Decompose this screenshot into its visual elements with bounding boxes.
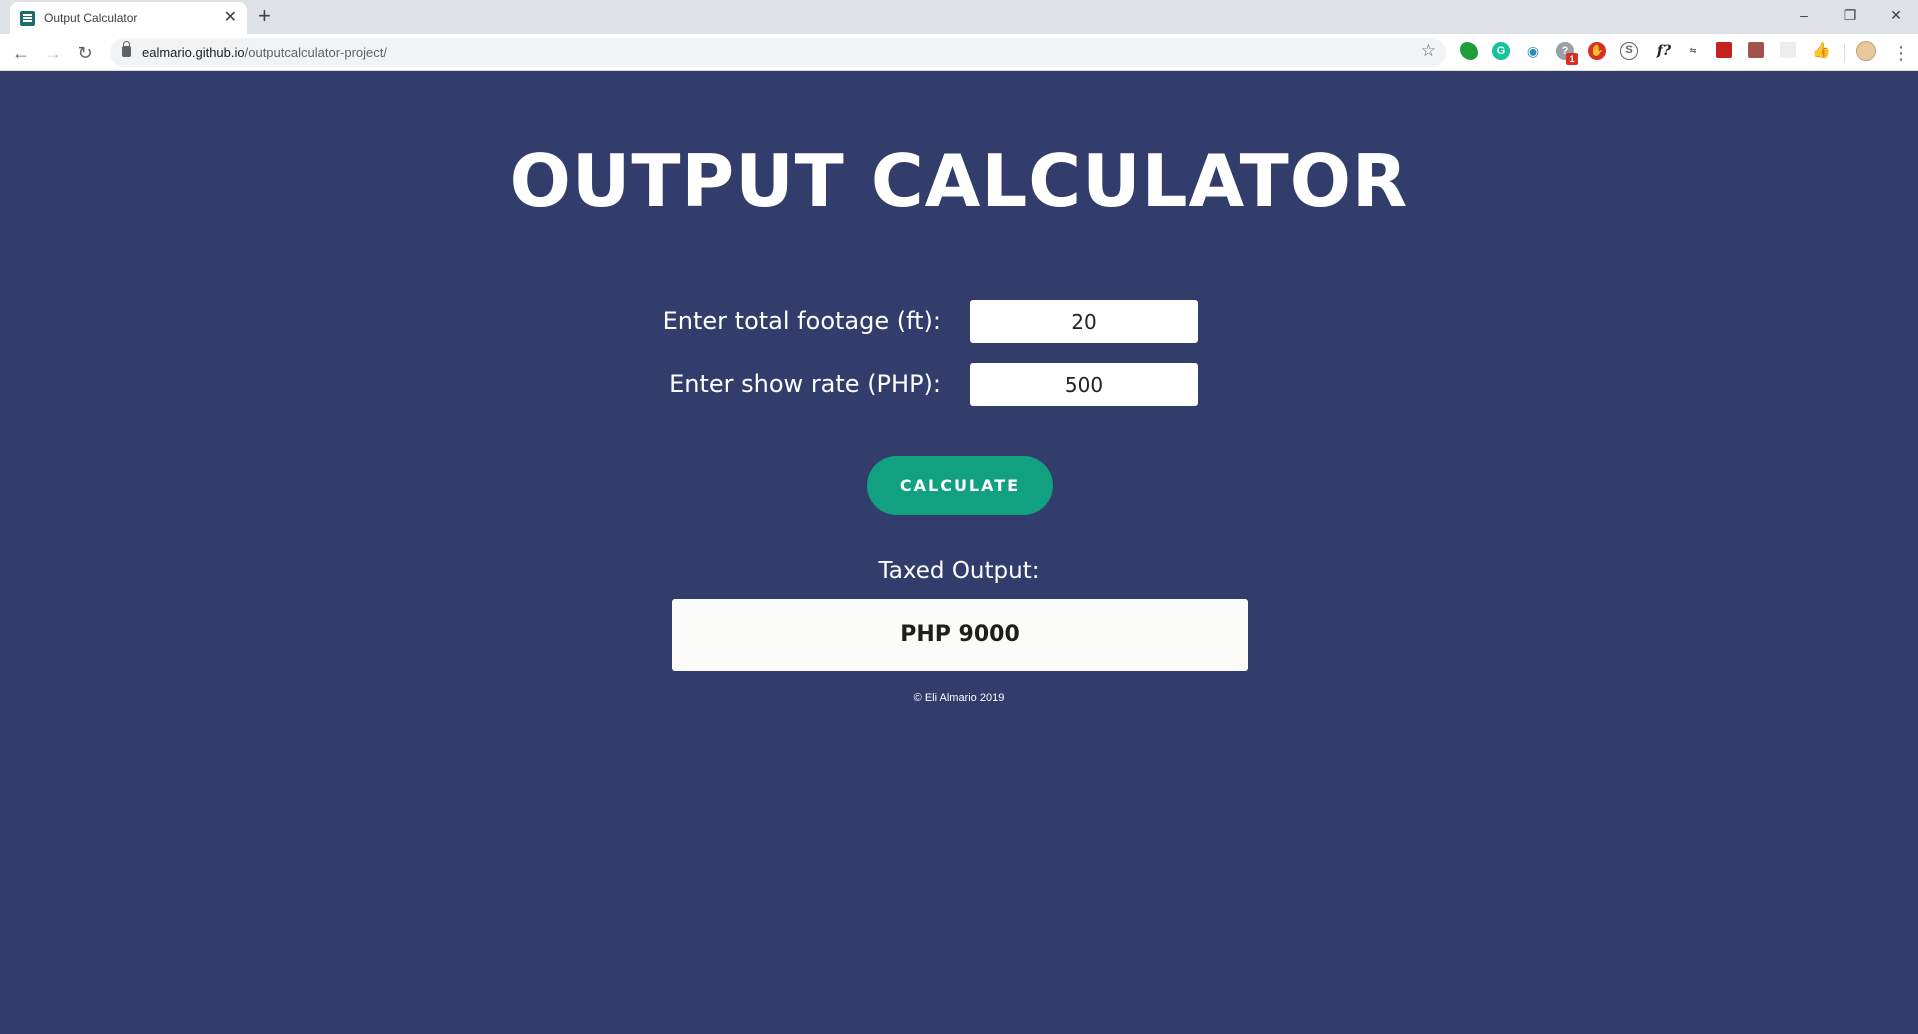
bookmark-star-icon[interactable]: ☆	[1421, 41, 1436, 61]
evernote-extension-icon[interactable]	[1460, 42, 1478, 60]
rate-input[interactable]	[970, 363, 1198, 406]
skype-extension-icon[interactable]: S	[1620, 42, 1638, 60]
red-book-extension-icon[interactable]	[1716, 42, 1732, 58]
pdf-extension-icon[interactable]	[1748, 42, 1764, 58]
adblock-extension-icon[interactable]: ✋	[1588, 42, 1606, 60]
new-tab-button[interactable]: +	[258, 4, 271, 28]
mini-extension-icon[interactable]: ⇆	[1684, 42, 1702, 60]
toolbar-divider	[1844, 44, 1845, 62]
output-label: Taxed Output:	[878, 558, 1040, 584]
reload-icon[interactable]: ↻	[72, 40, 98, 66]
forward-arrow-icon[interactable]: →	[40, 40, 66, 66]
thumbs-up-extension-icon[interactable]: 👍	[1812, 42, 1831, 60]
footage-label: Enter total footage (ft):	[662, 307, 941, 335]
url-domain: ealmario.github.io	[142, 45, 245, 60]
output-value: PHP 9000	[672, 599, 1248, 671]
close-window-button[interactable]: ✕	[1876, 4, 1916, 26]
minimize-window-button[interactable]: –	[1784, 4, 1824, 26]
browser-tab[interactable]: Output Calculator ✕	[10, 2, 247, 34]
lock-icon	[122, 41, 131, 57]
calculate-button[interactable]: CALCULATE	[867, 456, 1053, 515]
page-title: OUTPUT CALCULATOR	[509, 139, 1409, 223]
page-content: OUTPUT CALCULATOR Enter total footage (f…	[0, 71, 1918, 1034]
browser-menu-icon[interactable]: ⋮	[1892, 40, 1910, 66]
browser-tab-bar: Output Calculator ✕ + – ❐ ✕	[0, 0, 1918, 34]
blank-extension-icon[interactable]	[1780, 42, 1796, 58]
rate-label: Enter show rate (PHP):	[669, 370, 941, 398]
address-bar[interactable]: ealmario.github.io/outputcalculator-proj…	[110, 38, 1446, 67]
footage-input[interactable]	[970, 300, 1198, 343]
url-path: /outputcalculator-project/	[244, 45, 387, 60]
browser-toolbar: ← → ↻ ealmario.github.io/outputcalculato…	[0, 34, 1918, 71]
footer-copyright: © Eli Almario 2019	[913, 692, 1005, 704]
back-arrow-icon[interactable]: ←	[8, 40, 34, 66]
calculator-favicon-icon	[20, 11, 35, 26]
url-text[interactable]: ealmario.github.io/outputcalculator-proj…	[142, 45, 387, 60]
grammarly-extension-icon[interactable]: G	[1492, 42, 1510, 60]
formula-extension-icon[interactable]: f?	[1652, 42, 1676, 60]
tab-title: Output Calculator	[44, 11, 138, 25]
restore-window-button[interactable]: ❐	[1830, 4, 1870, 26]
profile-avatar[interactable]	[1856, 41, 1876, 61]
eye-extension-icon[interactable]: ◉	[1524, 42, 1542, 60]
tab-close-icon[interactable]: ✕	[224, 8, 237, 28]
extension-badge: 1	[1566, 53, 1578, 65]
